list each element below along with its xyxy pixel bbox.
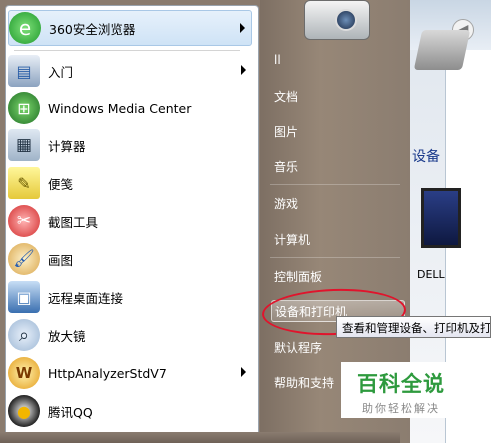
http-analyzer-icon: W — [8, 357, 40, 389]
sticky-notes-icon: ✎ — [8, 167, 40, 199]
right-item-default-programs[interactable]: 默认程序 — [271, 336, 401, 358]
program-label: 计算器 — [48, 138, 86, 154]
devices-section-label: 设备 — [412, 149, 440, 165]
printer-icon[interactable] — [413, 30, 471, 70]
program-item-windows-media-center[interactable]: ⊞ Windows Media Center — [8, 90, 252, 126]
program-item-remote-desktop[interactable]: ▣ 远程桌面连接 — [8, 279, 252, 315]
paint-icon: 🖌 — [8, 243, 40, 275]
windows-media-center-icon: ⊞ — [8, 92, 40, 124]
program-label: 远程桌面连接 — [48, 290, 124, 306]
program-item-calculator[interactable]: ▦ 计算器 — [8, 127, 252, 163]
program-label: 画图 — [48, 252, 74, 268]
right-item-control-panel[interactable]: 控制面板 — [271, 265, 401, 287]
right-item-documents[interactable]: 文档 — [271, 85, 401, 107]
program-item-paint[interactable]: 🖌 画图 — [8, 241, 252, 277]
start-menu-bottom-edge — [0, 432, 400, 443]
separator — [270, 257, 400, 258]
right-item-user-folder[interactable]: ll — [271, 49, 401, 71]
watermark-subtitle: 助你轻松解决 — [362, 402, 440, 415]
program-label: Windows Media Center — [48, 100, 192, 116]
separator — [14, 50, 240, 51]
right-item-pictures[interactable]: 图片 — [271, 120, 401, 142]
device-label-dell[interactable]: DELL — [417, 268, 445, 281]
watermark: 百科全说 助你轻松解决 — [341, 362, 461, 418]
program-label: 截图工具 — [48, 214, 99, 230]
getting-started-icon: ▤ — [8, 55, 40, 87]
calculator-icon: ▦ — [8, 129, 40, 161]
qq-penguin-icon: ● — [8, 395, 40, 427]
right-item-music[interactable]: 音乐 — [271, 155, 401, 177]
submenu-arrow-icon — [241, 65, 246, 75]
program-label: 入门 — [48, 64, 74, 80]
tooltip: 查看和管理设备、打印机及打 — [336, 316, 491, 338]
program-label: 便笺 — [48, 176, 74, 192]
program-label: HttpAnalyzerStdV7 — [48, 365, 167, 381]
program-label: 放大镜 — [48, 328, 86, 344]
program-label: 腾讯QQ — [48, 404, 93, 420]
program-item-sticky-notes[interactable]: ✎ 便笺 — [8, 165, 252, 201]
right-item-computer[interactable]: 计算机 — [271, 228, 401, 250]
monitor-icon[interactable] — [421, 188, 461, 248]
magnifier-icon: ⌕ — [8, 319, 40, 351]
user-picture-camera-icon[interactable] — [304, 0, 370, 40]
remote-desktop-icon: ▣ — [8, 281, 40, 313]
submenu-arrow-icon — [241, 367, 246, 377]
program-item-snipping-tool[interactable]: ✂ 截图工具 — [8, 203, 252, 239]
program-item-qq[interactable]: ● 腾讯QQ — [8, 393, 252, 429]
program-item-magnifier[interactable]: ⌕ 放大镜 — [8, 317, 252, 353]
right-item-games[interactable]: 游戏 — [271, 192, 401, 214]
program-item-getting-started[interactable]: ▤ 入门 — [8, 53, 252, 89]
submenu-arrow-icon — [240, 23, 245, 33]
360-browser-icon: e — [9, 12, 41, 44]
separator — [270, 184, 400, 185]
program-label: 360安全浏览器 — [49, 21, 136, 37]
program-item-360-browser[interactable]: e 360安全浏览器 — [8, 10, 252, 46]
watermark-title: 百科全说 — [357, 372, 445, 396]
snipping-tool-icon: ✂ — [8, 205, 40, 237]
program-item-httpanalyzer[interactable]: W HttpAnalyzerStdV7 — [8, 355, 252, 391]
